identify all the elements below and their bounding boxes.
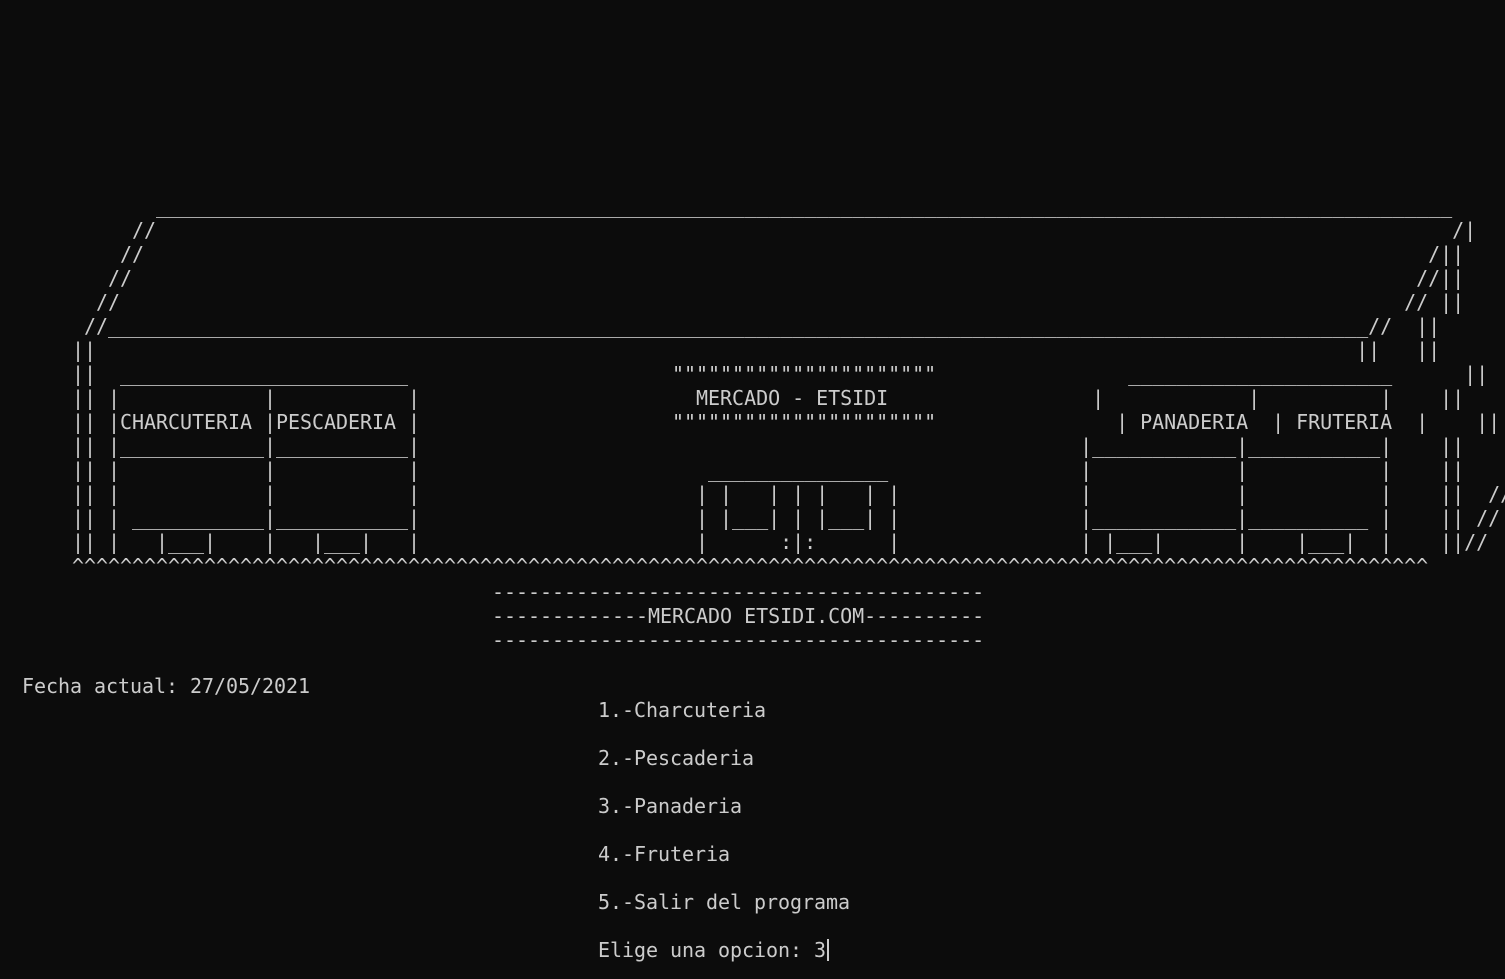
ascii-art-line: // // || [0, 290, 1465, 314]
option-prompt[interactable]: Elige una opcion: 3 [598, 938, 830, 962]
ascii-art-line: || || || [0, 338, 1441, 362]
menu-option-salir: 5.-Salir del programa [598, 890, 851, 914]
text-cursor [827, 939, 830, 961]
ascii-art-line: || | | | MERCADO - ETSIDI | | | || || [0, 386, 1505, 410]
ascii-art-line: // /| [0, 218, 1477, 242]
ascii-art-line: // //|| [0, 266, 1465, 290]
ascii-art-line: || |____________|___________| |_________… [0, 434, 1505, 458]
ascii-art-line: ----------------------------------------… [0, 580, 985, 604]
current-date-label: Fecha actual: 27/05/2021 [22, 674, 311, 698]
ascii-art-line: || ________________________ """"""""""""… [0, 362, 1505, 386]
console-window[interactable]: ________________________________________… [0, 0, 1505, 979]
menu-option-charcuteria: 1.-Charcuteria [598, 698, 767, 722]
ascii-art-line: ^^^^^^^^^^^^^^^^^^^^^^^^^^^^^^^^^^^^^^^^… [0, 554, 1429, 578]
ascii-art-line: || | | | _______________ | | | || || [0, 458, 1505, 482]
menu-option-pescaderia: 2.-Pescaderia [598, 746, 755, 770]
prompt-input-value[interactable]: 3 [814, 938, 826, 962]
ascii-art-line: || | |___| | |___| | | :|: | | |___| | |… [0, 530, 1489, 554]
ascii-art-line: ________________________________________… [0, 194, 1453, 218]
ascii-art-line: || | ___________|___________| | |___| | … [0, 506, 1501, 530]
ascii-art-line: //______________________________________… [0, 314, 1441, 338]
menu-option-panaderia: 3.-Panaderia [598, 794, 743, 818]
prompt-label: Elige una opcion: [598, 938, 815, 962]
ascii-art-line: || |CHARCUTERIA |PESCADERIA | """"""""""… [0, 410, 1505, 434]
ascii-art-line: // /|| [0, 242, 1465, 266]
ascii-art-line: -------------MERCADO ETSIDI.COM---------… [0, 604, 985, 628]
ascii-art-line: || | | | | | | | | | | | | | || // [0, 482, 1505, 506]
menu-option-fruteria: 4.-Fruteria [598, 842, 731, 866]
ascii-art-line: ----------------------------------------… [0, 628, 985, 652]
